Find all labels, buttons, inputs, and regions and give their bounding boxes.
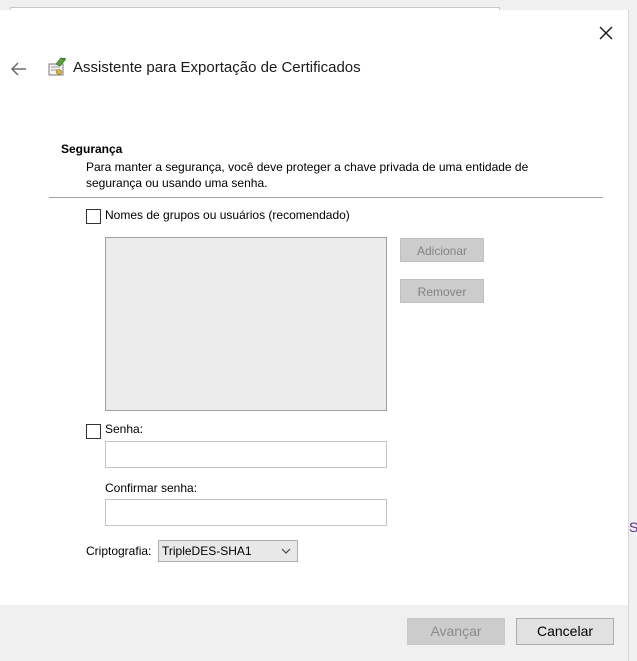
section-title: Segurança — [61, 142, 123, 156]
next-button[interactable]: Avançar — [407, 618, 505, 645]
encryption-label: Criptografia: — [86, 544, 152, 558]
background-window-text: S — [629, 519, 637, 535]
add-button[interactable]: Adicionar — [400, 238, 484, 262]
password-checkbox[interactable] — [86, 424, 101, 439]
password-field[interactable] — [105, 441, 387, 468]
back-button[interactable] — [8, 58, 30, 80]
encryption-select[interactable]: TripleDES-SHA1 — [158, 540, 298, 562]
certificate-export-wizard-dialog: Assistente para Exportação de Certificad… — [0, 10, 629, 661]
password-checkbox-label[interactable]: Senha: — [105, 422, 143, 436]
header-divider — [49, 197, 603, 198]
cancel-button[interactable]: Cancelar — [516, 618, 614, 645]
encryption-selected-value: TripleDES-SHA1 — [162, 544, 252, 558]
wizard-title: Assistente para Exportação de Certificad… — [73, 59, 361, 76]
section-description: Para manter a segurança, você deve prote… — [86, 160, 529, 190]
confirm-password-field[interactable] — [105, 499, 387, 526]
close-button[interactable] — [594, 21, 618, 45]
chevron-down-icon — [281, 548, 291, 554]
confirm-password-label: Confirmar senha: — [105, 481, 198, 495]
groups-users-listbox[interactable] — [105, 237, 387, 411]
close-icon — [599, 26, 613, 40]
back-arrow-icon — [10, 62, 26, 76]
certificate-wizard-icon — [46, 56, 68, 78]
remove-button[interactable]: Remover — [400, 279, 484, 303]
wizard-footer: Avançar Cancelar — [0, 605, 628, 661]
groups-checkbox[interactable] — [86, 209, 101, 224]
groups-checkbox-label[interactable]: Nomes de grupos ou usuários (recomendado… — [105, 208, 350, 222]
